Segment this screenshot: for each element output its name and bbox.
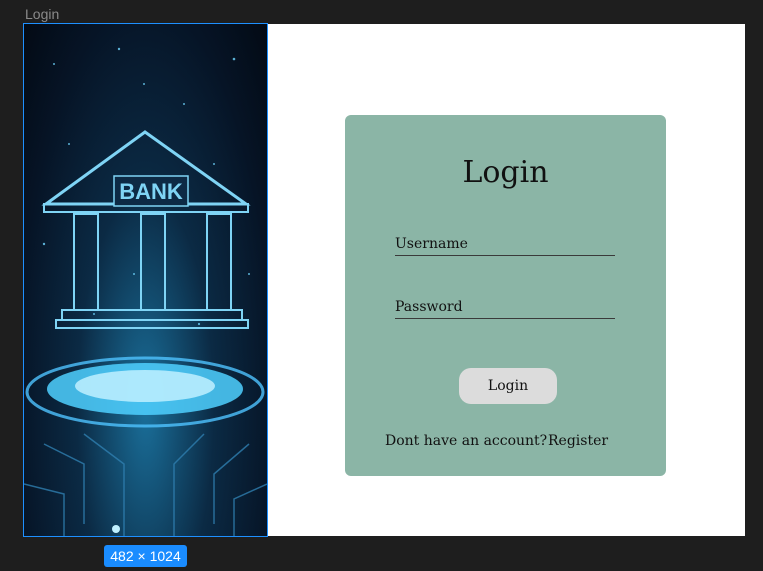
login-title: Login	[462, 155, 549, 190]
password-input[interactable]	[395, 296, 615, 318]
username-field[interactable]	[395, 233, 615, 256]
bank-sign: BANK	[119, 179, 183, 204]
register-link[interactable]: Register	[548, 433, 608, 449]
bank-illustration-graphic: BANK	[24, 47, 267, 536]
username-input[interactable]	[395, 233, 615, 255]
frame-size-badge: 482 × 1024	[104, 545, 187, 567]
signup-prompt: Dont have an account?	[385, 433, 548, 449]
login-button[interactable]: Login	[459, 368, 557, 404]
password-field[interactable]	[395, 296, 615, 319]
frame-name-label[interactable]: Login	[25, 6, 59, 22]
bank-illustration: BANK	[23, 23, 268, 537]
login-card: Login Login Dont have an account? Regist…	[345, 115, 666, 476]
